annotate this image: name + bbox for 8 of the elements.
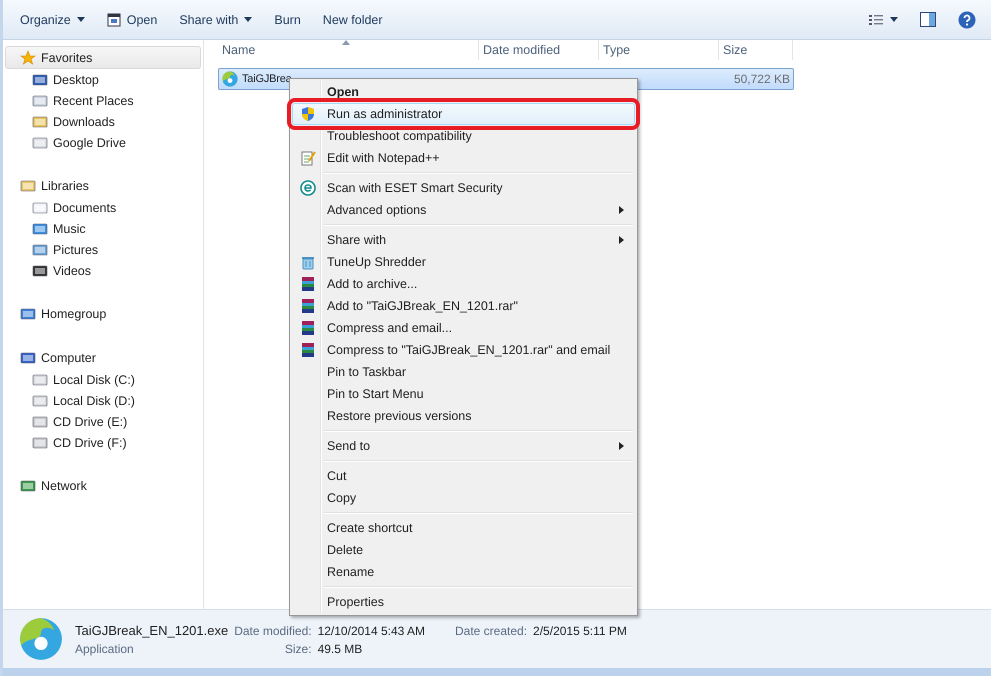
- field-value: 12/10/2014 5:43 AM: [318, 624, 425, 638]
- file-name: TaiGJBreak_EN_1201.exe: [75, 622, 228, 638]
- field-label: Date modified:: [234, 624, 312, 638]
- field-value: 49.5 MB: [318, 642, 364, 656]
- field-label: Date created:: [455, 624, 528, 638]
- file-type: Application: [75, 642, 135, 656]
- field-label: Size:: [284, 642, 312, 656]
- field-value: 2/5/2015 5:11 PM: [533, 624, 627, 638]
